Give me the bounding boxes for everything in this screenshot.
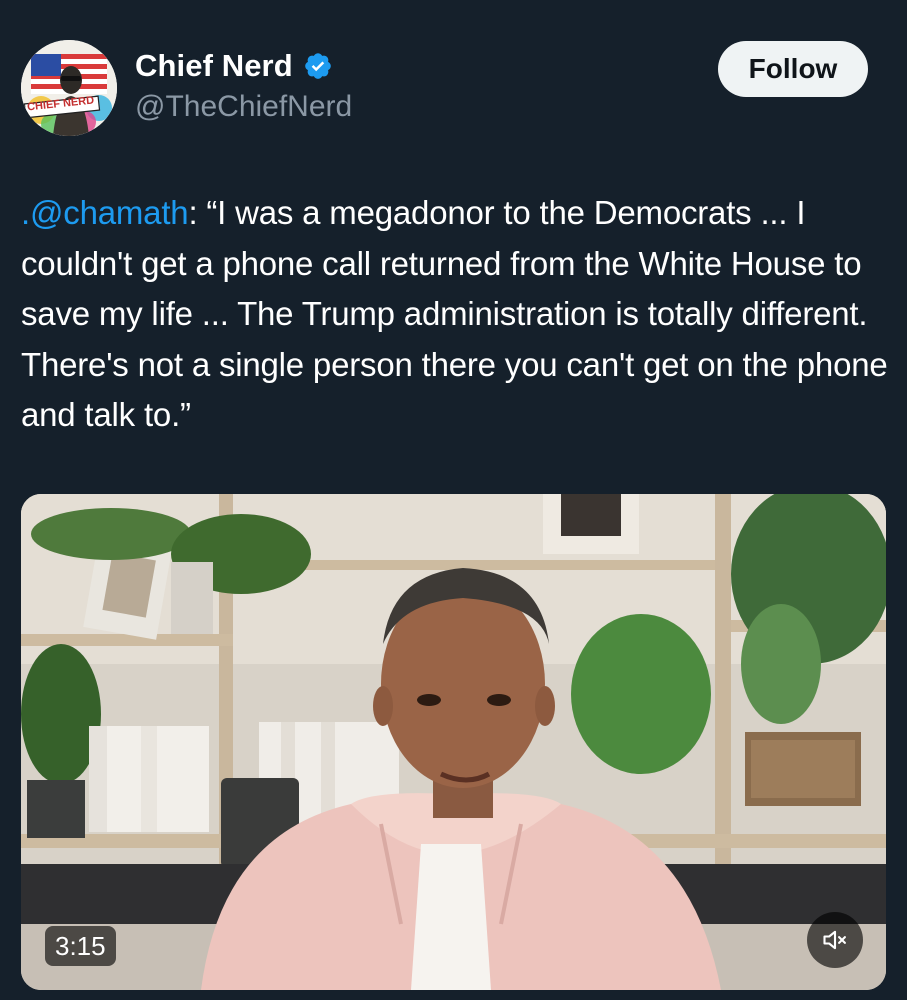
verified-badge-icon [303, 51, 333, 81]
video-thumbnail [21, 494, 886, 990]
author-handle[interactable]: @TheChiefNerd [135, 90, 352, 124]
follow-button[interactable]: Follow [718, 41, 868, 97]
display-name[interactable]: Chief Nerd [135, 48, 293, 84]
author-name-row: Chief Nerd [135, 48, 333, 84]
video-duration: 3:15 [45, 926, 116, 966]
video-player[interactable]: 3:15 [21, 494, 886, 990]
speaker-muted-icon [821, 926, 849, 954]
tweet-card: CHIEF NERD Chief Nerd @TheChiefNerd Foll… [0, 0, 907, 1000]
avatar[interactable]: CHIEF NERD [21, 40, 117, 136]
mute-button[interactable] [807, 912, 863, 968]
mention-link[interactable]: .@chamath [21, 194, 189, 231]
tweet-text: .@chamath: “I was a megadonor to the Dem… [21, 188, 891, 441]
avatar-image [21, 40, 117, 136]
